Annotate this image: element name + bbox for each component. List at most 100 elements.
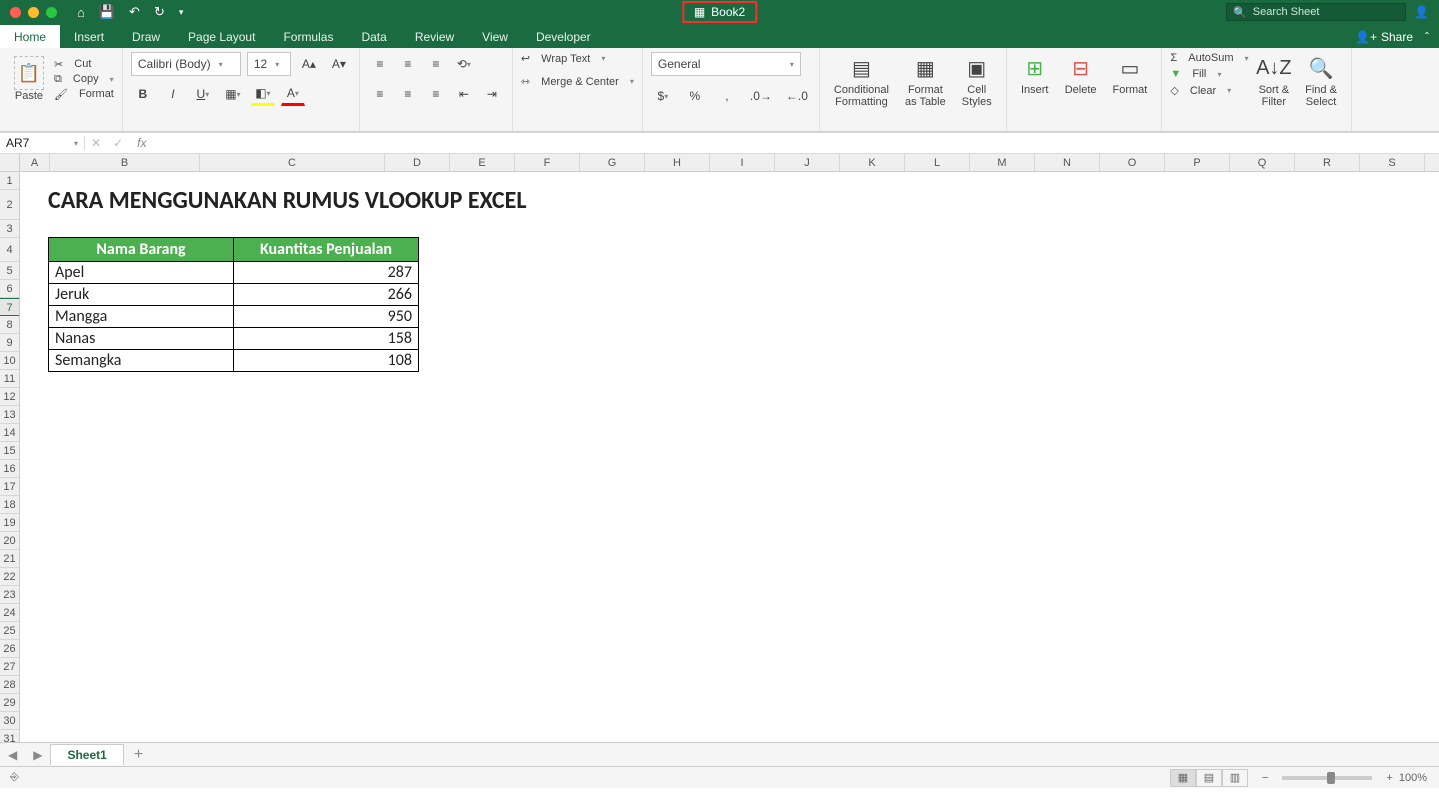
column-header[interactable]: A	[20, 154, 50, 171]
column-header[interactable]: B	[50, 154, 200, 171]
row-header[interactable]: 28	[0, 676, 19, 694]
clear-button[interactable]: ◇ Clear ▾	[1170, 84, 1248, 97]
align-left-icon[interactable]: ≡	[368, 82, 392, 106]
format-as-table-button[interactable]: ▦Format as Table	[899, 52, 952, 110]
format-cells-button[interactable]: ▭Format	[1107, 52, 1154, 98]
tab-home[interactable]: Home	[0, 25, 60, 48]
user-icon[interactable]: 👤	[1414, 5, 1429, 19]
bold-button[interactable]: B	[131, 82, 155, 106]
row-header[interactable]: 5	[0, 262, 19, 280]
column-header[interactable]: K	[840, 154, 905, 171]
row-header[interactable]: 14	[0, 424, 19, 442]
increase-font-icon[interactable]: A▴	[297, 52, 321, 76]
tab-draw[interactable]: Draw	[118, 25, 174, 48]
column-header[interactable]: I	[710, 154, 775, 171]
decrease-indent-icon[interactable]: ⇤	[452, 82, 476, 106]
tab-data[interactable]: Data	[347, 25, 400, 48]
border-button[interactable]: ▦▾	[221, 82, 245, 106]
row-header[interactable]: 24	[0, 604, 19, 622]
align-top-icon[interactable]: ≡	[368, 52, 392, 76]
row-header[interactable]: 19	[0, 514, 19, 532]
qat-dropdown-icon[interactable]: ▾	[179, 7, 184, 18]
row-header[interactable]: 1	[0, 172, 19, 190]
row-header[interactable]: 21	[0, 550, 19, 568]
row-header[interactable]: 20	[0, 532, 19, 550]
column-header[interactable]: D	[385, 154, 450, 171]
normal-view-icon[interactable]: ▦	[1170, 769, 1196, 787]
minimize-window-icon[interactable]	[28, 7, 39, 18]
row-header[interactable]: 11	[0, 370, 19, 388]
conditional-formatting-button[interactable]: ▤Conditional Formatting	[828, 52, 895, 110]
column-header[interactable]: H	[645, 154, 710, 171]
cancel-formula-icon[interactable]: ✕	[85, 136, 107, 150]
tab-page-layout[interactable]: Page Layout	[174, 25, 269, 48]
prev-sheet-icon[interactable]: ◀	[0, 748, 25, 762]
comma-icon[interactable]: ,	[715, 84, 739, 108]
column-header[interactable]: G	[580, 154, 645, 171]
fill-color-button[interactable]: ◧▾	[251, 82, 275, 106]
undo-icon[interactable]: ↶	[129, 4, 140, 20]
font-name-select[interactable]: Calibri (Body)▾	[131, 52, 241, 76]
column-header[interactable]: R	[1295, 154, 1360, 171]
name-box[interactable]: AR7▾	[0, 136, 85, 150]
select-all-corner[interactable]	[0, 154, 20, 171]
row-header[interactable]: 15	[0, 442, 19, 460]
currency-icon[interactable]: $▾	[651, 84, 675, 108]
column-header[interactable]: E	[450, 154, 515, 171]
find-select-button[interactable]: 🔍Find & Select	[1299, 52, 1343, 110]
row-header[interactable]: 26	[0, 640, 19, 658]
tab-insert[interactable]: Insert	[60, 25, 118, 48]
row-header[interactable]: 12	[0, 388, 19, 406]
row-header[interactable]: 9	[0, 334, 19, 352]
paste-button[interactable]: 📋 Paste	[8, 52, 50, 106]
row-header[interactable]: 16	[0, 460, 19, 478]
sort-filter-button[interactable]: A↓ZSort & Filter	[1253, 52, 1296, 110]
row-header[interactable]: 17	[0, 478, 19, 496]
align-center-icon[interactable]: ≡	[396, 82, 420, 106]
delete-cells-button[interactable]: ⊟Delete	[1059, 52, 1103, 98]
page-break-view-icon[interactable]: ▥	[1222, 769, 1248, 787]
confirm-formula-icon[interactable]: ✓	[107, 136, 129, 150]
number-format-select[interactable]: General▾	[651, 52, 801, 76]
column-header[interactable]: S	[1360, 154, 1425, 171]
column-header[interactable]: N	[1035, 154, 1100, 171]
increase-decimal-icon[interactable]: .0→	[747, 84, 775, 108]
underline-button[interactable]: U▾	[191, 82, 215, 106]
align-right-icon[interactable]: ≡	[424, 82, 448, 106]
row-header[interactable]: 2	[0, 190, 19, 220]
column-header[interactable]: M	[970, 154, 1035, 171]
row-header[interactable]: 31	[0, 730, 19, 742]
column-header[interactable]: F	[515, 154, 580, 171]
row-header[interactable]: 8	[0, 316, 19, 334]
row-header[interactable]: 7	[0, 298, 19, 316]
increase-indent-icon[interactable]: ⇥	[480, 82, 504, 106]
zoom-in-icon[interactable]: +	[1386, 772, 1392, 784]
column-header[interactable]: L	[905, 154, 970, 171]
zoom-out-icon[interactable]: −	[1262, 772, 1268, 784]
tab-review[interactable]: Review	[401, 25, 468, 48]
wrap-text-button[interactable]: ↩ Wrap Text ▾	[521, 52, 634, 65]
cut-button[interactable]: ✂ Cut	[54, 58, 114, 71]
format-painter-button[interactable]: 🖌 Format	[54, 88, 114, 101]
fx-icon[interactable]: fx	[129, 136, 154, 150]
align-middle-icon[interactable]: ≡	[396, 52, 420, 76]
percent-icon[interactable]: %	[683, 84, 707, 108]
page-layout-view-icon[interactable]: ▤	[1196, 769, 1222, 787]
row-header[interactable]: 25	[0, 622, 19, 640]
save-icon[interactable]: 💾	[99, 4, 115, 20]
sheet-tab[interactable]: Sheet1	[50, 744, 123, 765]
zoom-level[interactable]: 100%	[1399, 772, 1427, 784]
tab-formulas[interactable]: Formulas	[269, 25, 347, 48]
column-header[interactable]: C	[200, 154, 385, 171]
row-header[interactable]: 23	[0, 586, 19, 604]
tab-developer[interactable]: Developer	[522, 25, 605, 48]
cell-styles-button[interactable]: ▣Cell Styles	[956, 52, 998, 110]
column-header[interactable]: Q	[1230, 154, 1295, 171]
home-icon[interactable]: ⌂	[77, 5, 85, 20]
row-header[interactable]: 3	[0, 220, 19, 238]
next-sheet-icon[interactable]: ▶	[25, 748, 50, 762]
font-size-select[interactable]: 12▾	[247, 52, 291, 76]
insert-cells-button[interactable]: ⊞Insert	[1015, 52, 1055, 98]
merge-center-button[interactable]: ⇿ Merge & Center ▾	[521, 75, 634, 88]
tab-view[interactable]: View	[468, 25, 522, 48]
